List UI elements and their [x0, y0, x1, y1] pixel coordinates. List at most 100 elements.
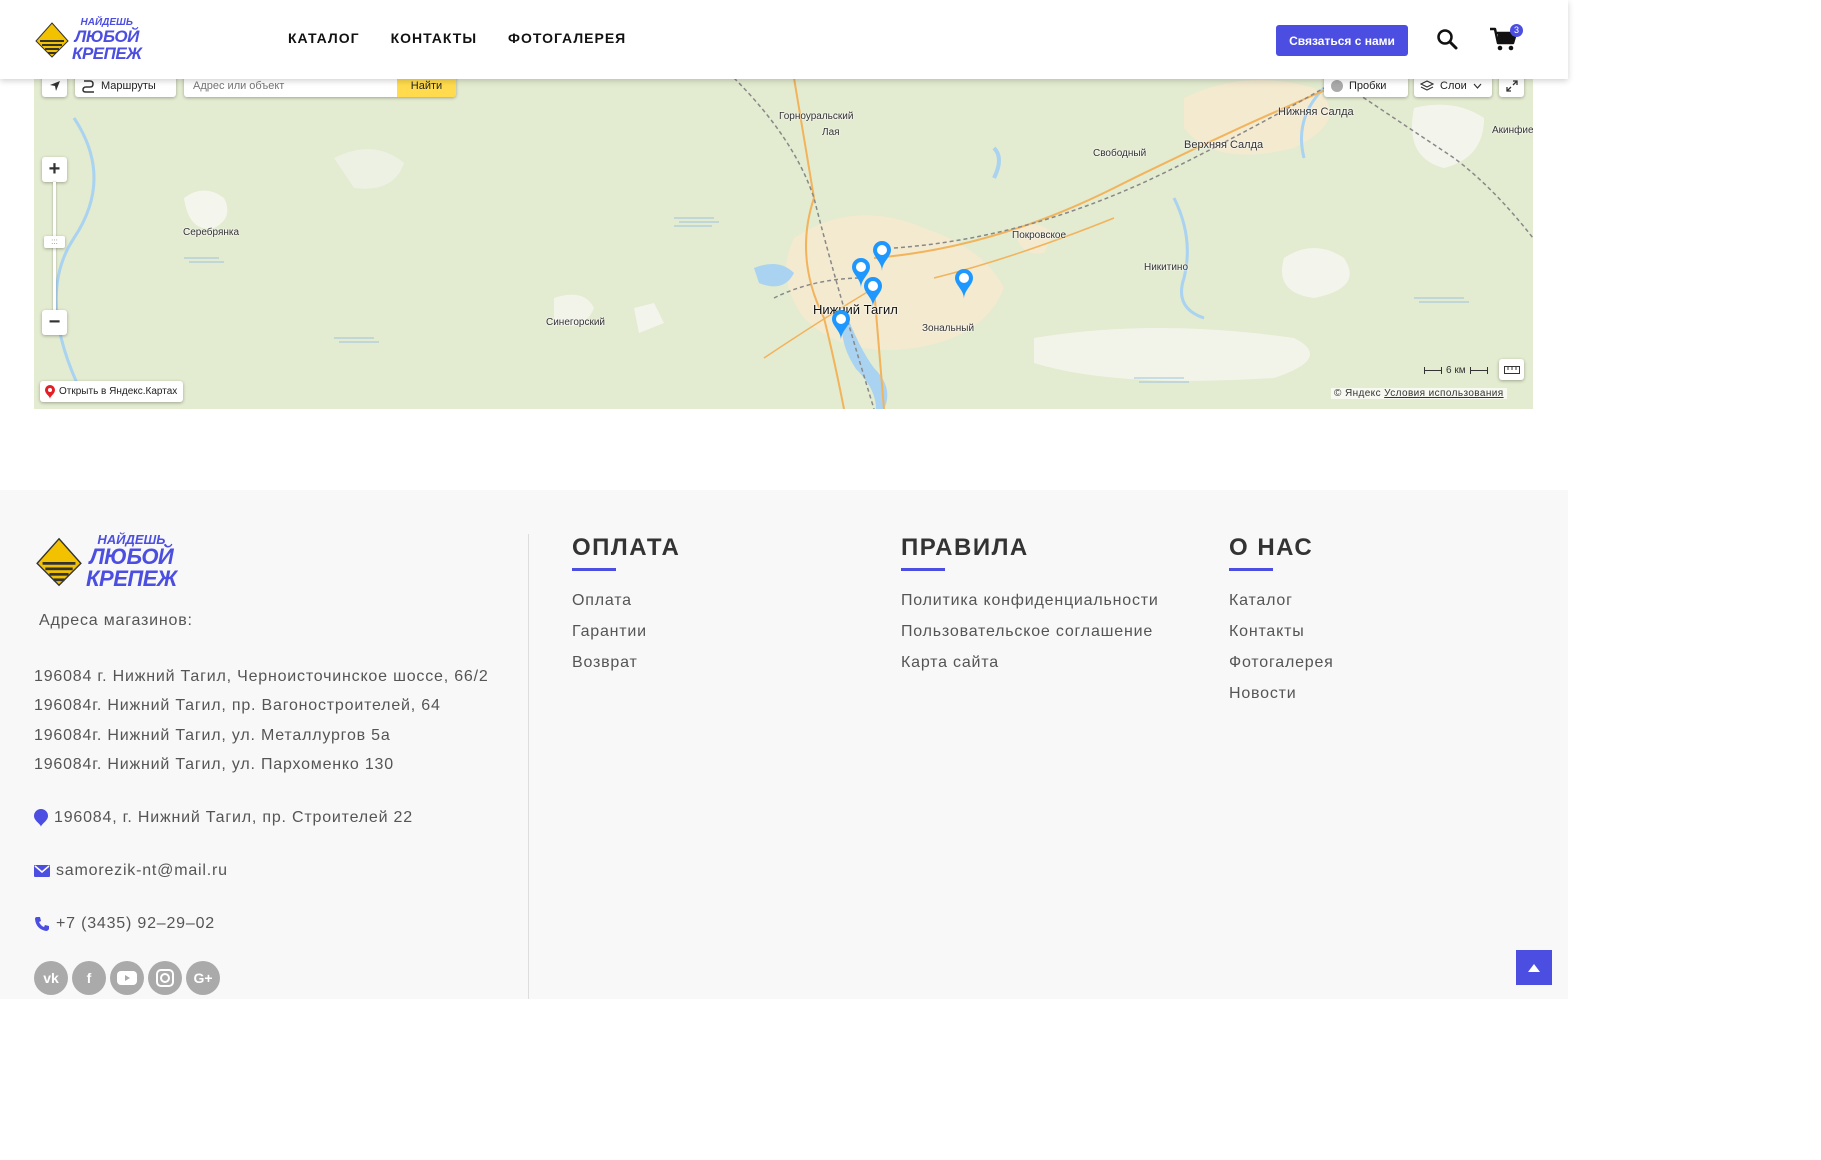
zoom-out-button[interactable]: −	[42, 310, 67, 335]
facebook-icon[interactable]: f	[72, 961, 106, 995]
footer-link[interactable]: Фотогалерея	[1229, 654, 1334, 685]
chevron-down-icon	[1473, 83, 1482, 89]
map-terrain	[34, 78, 1533, 409]
logo-text: НАЙДЕШЬ ЛЮБОЙ КРЕПЕЖ	[72, 17, 142, 63]
column-title: О НАС	[1229, 534, 1314, 561]
chevron-up-icon	[1528, 963, 1540, 972]
footer-link[interactable]: Контакты	[1229, 623, 1334, 654]
footer-link[interactable]: Новости	[1229, 685, 1334, 716]
routes-icon	[82, 79, 94, 93]
map-search-bar: Найти	[184, 78, 456, 97]
contact-us-button[interactable]: Связаться с нами	[1276, 25, 1408, 56]
scale-bar-left	[1424, 367, 1442, 374]
social-links: vk f G+	[34, 961, 220, 995]
geolocation-button[interactable]	[42, 78, 67, 97]
title-underline	[1229, 568, 1273, 571]
map-label: Серебрянка	[183, 227, 240, 238]
map-label: Лая	[822, 127, 840, 138]
store-pin-icon[interactable]	[953, 268, 975, 300]
open-in-yandex-button[interactable]: Открыть в Яндекс.Картах	[40, 381, 184, 402]
youtube-icon[interactable]	[110, 961, 144, 995]
footer-link[interactable]: Карта сайта	[901, 654, 1159, 685]
main-address-row: 196084, г. Нижний Тагил, пр. Строителей …	[34, 809, 413, 827]
expand-icon	[1505, 79, 1518, 92]
envelope-icon	[34, 865, 50, 877]
traffic-button[interactable]: Пробки	[1324, 78, 1408, 97]
scroll-to-top-button[interactable]	[1516, 950, 1552, 985]
google-plus-icon[interactable]: G+	[186, 961, 220, 995]
ruler-button[interactable]	[1499, 359, 1524, 380]
footer-logo[interactable]: НАЙДЕШЬ ЛЮБОЙ КРЕПЕЖ	[34, 533, 177, 590]
zoom-in-button[interactable]: +	[42, 157, 67, 182]
footer-link[interactable]: Пользовательское соглашение	[901, 623, 1159, 654]
title-underline	[901, 568, 945, 571]
cart-button[interactable]: 3	[1489, 24, 1523, 53]
addresses-list: 196084 г. Нижний Тагил, Черноисточинское…	[34, 668, 489, 785]
site-footer: НАЙДЕШЬ ЛЮБОЙ КРЕПЕЖ Адреса магазинов: 1…	[0, 490, 1568, 999]
map-copyright: © Яндекс Условия использования	[1331, 388, 1507, 399]
phone-row: +7 (3435) 92–29–02	[34, 915, 215, 933]
zoom-slider-handle[interactable]: :::	[44, 236, 65, 248]
logo-text: НАЙДЕШЬ ЛЮБОЙ КРЕПЕЖ	[86, 532, 177, 591]
email-link[interactable]: samorezik-nt@mail.ru	[56, 862, 228, 880]
title-underline	[572, 568, 616, 571]
instagram-icon[interactable]	[148, 961, 182, 995]
map-label: Горноуральский	[779, 111, 854, 122]
footer-link[interactable]: Оплата	[572, 592, 680, 623]
main-address: 196084, г. Нижний Тагил, пр. Строителей …	[54, 809, 413, 826]
map-search-input[interactable]	[184, 78, 397, 97]
phone-icon	[35, 917, 49, 931]
map-label: Свободный	[1093, 148, 1147, 159]
phone-link[interactable]: +7 (3435) 92–29–02	[56, 915, 215, 933]
map-label: Зональный	[922, 323, 975, 334]
terms-link[interactable]: Условия использования	[1384, 388, 1503, 399]
traffic-label: Пробки	[1349, 79, 1387, 92]
footer-link[interactable]: Каталог	[1229, 592, 1334, 623]
logo-triangle-icon	[35, 22, 69, 58]
store-pin-icon[interactable]	[862, 276, 884, 308]
yandex-pin-icon	[45, 384, 55, 399]
header-logo[interactable]: НАЙДЕШЬ ЛЮБОЙ КРЕПЕЖ	[34, 17, 142, 63]
ruler-icon	[1503, 365, 1520, 374]
footer-link[interactable]: Возврат	[572, 654, 680, 685]
map-label: Синегорский	[546, 317, 605, 328]
logo-triangle-icon	[36, 537, 82, 586]
map-scale: 6 км	[1424, 365, 1488, 376]
fullscreen-button[interactable]	[1499, 78, 1524, 97]
footer-link[interactable]: Гарантии	[572, 623, 680, 654]
scale-bar-right	[1469, 367, 1488, 374]
nav-contacts[interactable]: КОНТАКТЫ	[391, 30, 477, 46]
layers-icon	[1420, 79, 1434, 91]
footer-column-rules: ПРАВИЛА Политика конфиденциальности Поль…	[901, 534, 1159, 685]
layers-button[interactable]: Слои	[1414, 78, 1492, 97]
yandex-map[interactable]: Горноуральский Лая Свободный Верхняя Сал…	[34, 78, 1533, 409]
copyright-text: © Яндекс	[1334, 388, 1381, 399]
map-label: Покровское	[1012, 230, 1067, 241]
map-label: Никитино	[1144, 262, 1189, 273]
map-label-city: Нижний Тагил	[813, 302, 898, 317]
location-pin-icon	[34, 809, 48, 827]
routes-label: Маршруты	[101, 79, 156, 92]
address-item: 196084г. Нижний Тагил, ул. Пархоменко 13…	[34, 755, 394, 773]
store-pin-icon[interactable]	[871, 240, 893, 272]
map-label: Верхняя Салда	[1184, 139, 1264, 151]
cart-count-badge: 3	[1510, 24, 1523, 37]
nav-catalog[interactable]: КАТАЛОГ	[288, 30, 360, 46]
column-title: ПРАВИЛА	[901, 534, 1029, 561]
address-item: 196084 г. Нижний Тагил, Черноисточинское…	[34, 668, 489, 685]
address-item: 196084г. Нижний Тагил, пр. Вагоностроите…	[34, 697, 441, 715]
search-icon[interactable]	[1436, 28, 1458, 50]
map-search-button[interactable]: Найти	[397, 78, 456, 97]
routes-button[interactable]: Маршруты	[75, 78, 176, 97]
traffic-light-icon	[1331, 79, 1343, 92]
addresses-title: Адреса магазинов:	[39, 612, 193, 629]
open-in-yandex-label: Открыть в Яндекс.Картах	[59, 386, 178, 397]
geolocation-arrow-icon	[49, 80, 60, 91]
store-pin-icon[interactable]	[830, 309, 852, 341]
nav-gallery[interactable]: ФОТОГАЛЕРЕЯ	[508, 30, 626, 46]
footer-column-about: О НАС Каталог Контакты Фотогалерея Новос…	[1229, 534, 1334, 716]
main-nav: КАТАЛОГ КОНТАКТЫ ФОТОГАЛЕРЕЯ	[288, 30, 626, 46]
vk-icon[interactable]: vk	[34, 961, 68, 995]
footer-link[interactable]: Политика конфиденциальности	[901, 592, 1159, 623]
map-label: Акинфие	[1492, 125, 1533, 136]
